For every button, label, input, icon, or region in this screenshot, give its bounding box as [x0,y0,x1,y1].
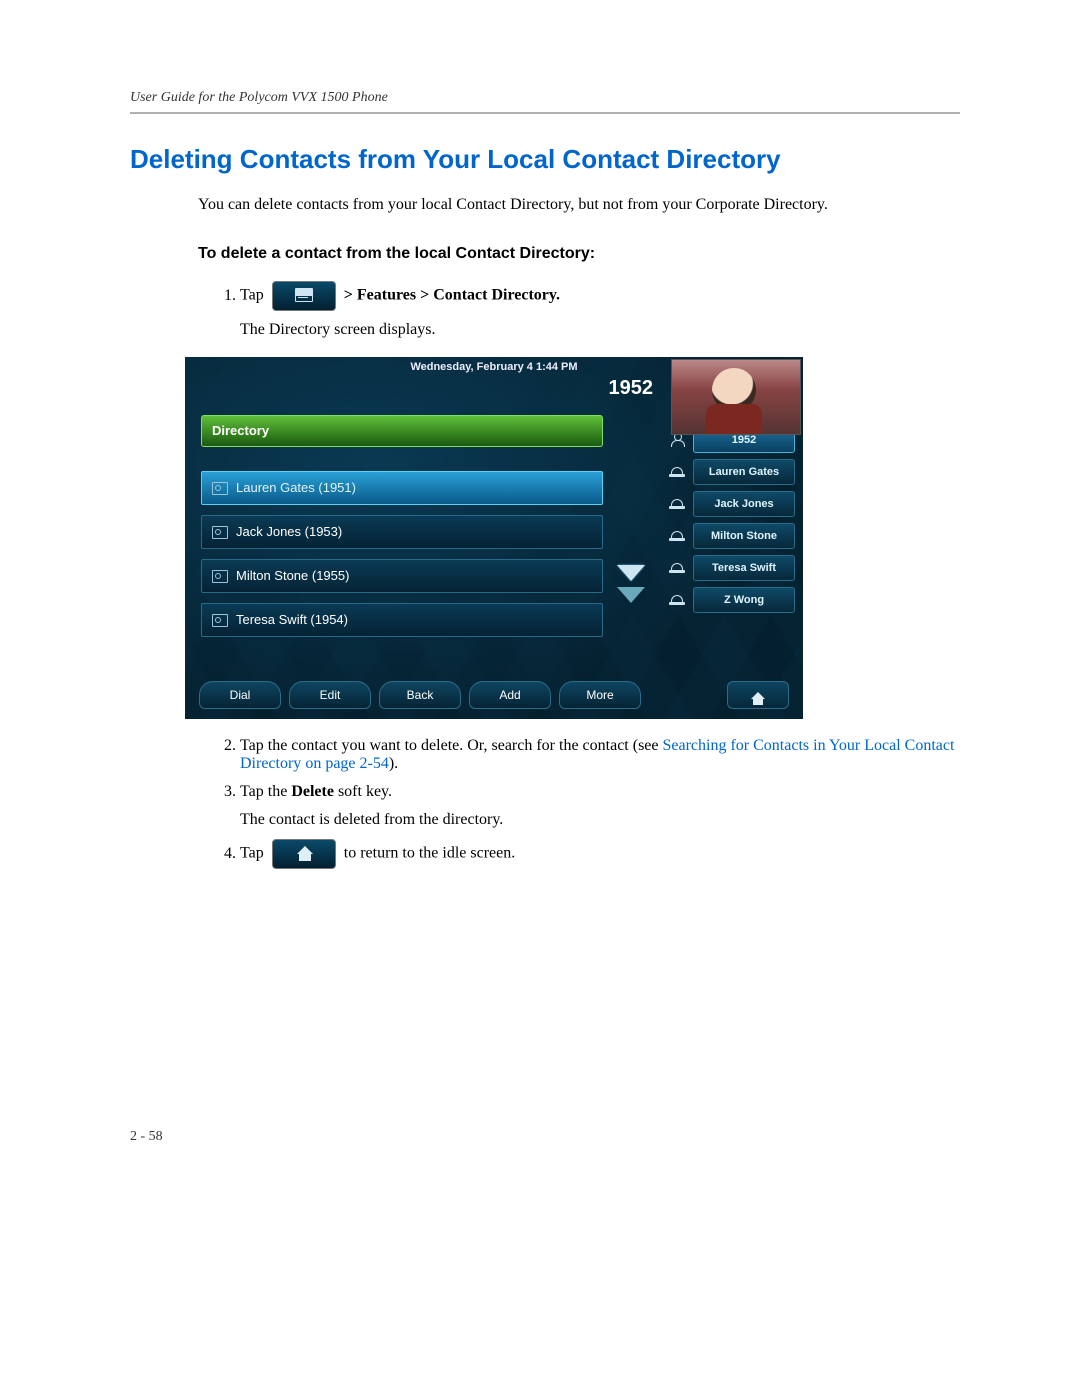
speed-dial-icon [669,561,687,575]
contact-card-icon [212,570,228,583]
step3-pre: Tap the [240,783,291,800]
softkey-edit[interactable]: Edit [289,681,371,709]
chevron-down-icon [617,587,645,603]
step2-text: Tap the contact you want to delete. Or, … [240,737,663,754]
cross-ref-page: on page 2-54 [301,755,389,772]
speed-dial-key[interactable]: Jack Jones [693,491,795,517]
speed-dial-key[interactable]: Teresa Swift [693,555,795,581]
procedure-heading: To delete a contact from the local Conta… [198,242,960,265]
step3-post: soft key. [334,783,392,800]
step2-close: ). [389,755,398,772]
delete-label: Delete [291,783,334,800]
extension-number: 1952 [609,377,654,400]
speed-dial-icon [669,497,687,511]
self-view-video [671,359,801,435]
speed-dial-key[interactable]: Z Wong [693,587,795,613]
contact-row[interactable]: Jack Jones (1953) [201,515,603,549]
contact-name: Teresa Swift (1954) [236,604,348,636]
scroll-arrows[interactable] [617,565,645,603]
contact-card-icon [212,614,228,627]
contact-name: Jack Jones (1953) [236,516,342,548]
softkey-dial[interactable]: Dial [199,681,281,709]
home-icon [751,692,765,699]
contact-name: Lauren Gates (1951) [236,472,356,504]
line-icon [669,433,687,447]
contact-card-icon [212,482,228,495]
intro-paragraph: You can delete contacts from your local … [198,193,960,216]
section-title: Deleting Contacts from Your Local Contac… [130,144,960,175]
menu-icon [272,281,336,311]
step-4: Tap to return to the idle screen. [240,839,960,869]
speed-dial-key[interactable]: Milton Stone [693,523,795,549]
step-1: Tap > Features > Contact Directory. The … [240,281,960,339]
step1-result: The Directory screen displays. [240,321,960,339]
contact-card-icon [212,526,228,539]
softkey-home[interactable] [727,681,789,709]
contact-name: Milton Stone (1955) [236,560,349,592]
softkey-add[interactable]: Add [469,681,551,709]
speed-dial-icon [669,593,687,607]
list-header: Directory [201,415,603,447]
softkey-more[interactable]: More [559,681,641,709]
step4-post: to return to the idle screen. [344,845,516,862]
speed-dial-icon [669,529,687,543]
softkey-back[interactable]: Back [379,681,461,709]
chevron-down-icon [617,565,645,581]
speed-dial-icon [669,465,687,479]
directory-screenshot: Wednesday, February 4 1:44 PM 1952 Direc… [185,357,803,719]
contact-row[interactable]: Milton Stone (1955) [201,559,603,593]
page-number: 2 - 58 [130,1129,960,1145]
step4-pre: Tap [240,845,264,862]
step1-path: > Features > Contact Directory. [344,287,560,304]
contact-row[interactable]: Teresa Swift (1954) [201,603,603,637]
step-3: Tap the Delete soft key. The contact is … [240,783,960,829]
header-rule [130,112,960,114]
step1-pre: Tap [240,287,264,304]
step-2: Tap the contact you want to delete. Or, … [240,737,960,773]
speed-dial-key[interactable]: Lauren Gates [693,459,795,485]
contact-row[interactable]: Lauren Gates (1951) [201,471,603,505]
doc-header: User Guide for the Polycom VVX 1500 Phon… [130,90,960,106]
home-icon [272,839,336,869]
step3-result: The contact is deleted from the director… [240,811,960,829]
